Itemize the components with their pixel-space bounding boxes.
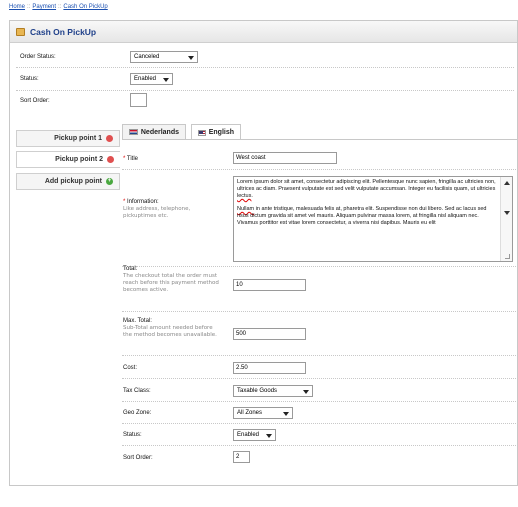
tab-label: Nederlands xyxy=(140,128,179,136)
vtab-label: Pickup point 1 xyxy=(54,135,102,142)
information-text: Lorem ipsum dolor sit amet, consectetur … xyxy=(237,179,496,192)
chevron-down-icon xyxy=(163,78,169,82)
information-text: in ante tristique, malesuada felis at, p… xyxy=(237,206,487,226)
max-total-label: Max. Total: Sub-Total amount needed befo… xyxy=(123,318,223,339)
tab-nederlands[interactable]: Nederlands xyxy=(122,124,186,139)
required-marker: * xyxy=(123,156,126,162)
title-label: * Title xyxy=(123,156,138,162)
max-total-value: 500 xyxy=(236,331,247,337)
information-paragraph-1: Lorem ipsum dolor sit amet, consectetur … xyxy=(237,179,498,200)
vtab-pickup-point-1[interactable]: Pickup point 1 xyxy=(16,130,120,147)
flag-en-icon xyxy=(198,129,206,136)
information-label: * Information: Like address, telephone, … xyxy=(123,199,223,220)
cost-label: Cost: xyxy=(123,365,138,371)
row-divider xyxy=(122,378,518,379)
vtab-pickup-point-2[interactable]: Pickup point 2 xyxy=(16,151,120,168)
total-help: The checkout total the order must reach … xyxy=(123,273,219,293)
breadcrumb: Home:: Payment:: Cash On PickUp xyxy=(9,4,108,10)
breadcrumb-home-link[interactable]: Home xyxy=(9,4,25,10)
breadcrumb-payment-link[interactable]: Payment xyxy=(32,4,56,10)
total-label: Total: The checkout total the order must… xyxy=(123,266,223,294)
row-divider xyxy=(122,445,518,446)
tax-class-select[interactable]: Taxable Goods xyxy=(233,385,313,397)
point-status-label: Status: xyxy=(123,432,142,438)
geo-zone-value: All Zones xyxy=(237,410,263,416)
total-input[interactable]: 10 xyxy=(233,279,306,291)
point-status-select[interactable]: Enabled xyxy=(233,429,276,441)
information-paragraph-2: Nullam in ante tristique, malesuada feli… xyxy=(237,206,498,227)
status-select[interactable]: Enabled xyxy=(130,73,173,85)
scroll-down-icon[interactable] xyxy=(504,211,510,215)
order-status-select[interactable]: Canceled xyxy=(130,51,198,63)
information-textarea[interactable]: Lorem ipsum dolor sit amet, consectetur … xyxy=(233,176,513,262)
payment-icon xyxy=(16,27,25,36)
point-status-value: Enabled xyxy=(237,432,260,438)
max-total-help: Sub-Total amount needed before the metho… xyxy=(123,325,217,338)
point-sort-order-label: Sort Order: xyxy=(123,455,153,461)
remove-icon[interactable] xyxy=(107,156,114,163)
row-divider xyxy=(16,90,514,91)
status-value: Enabled xyxy=(134,76,157,82)
row-divider xyxy=(122,423,518,424)
row-divider xyxy=(122,169,518,170)
total-value: 10 xyxy=(236,282,243,288)
status-label: Status: xyxy=(20,76,39,82)
flag-nl-icon xyxy=(129,129,138,135)
point-sort-order-value: 2 xyxy=(236,454,240,460)
page-title: Cash On PickUp xyxy=(30,26,97,37)
cost-input[interactable]: 2.50 xyxy=(233,362,306,374)
chevron-down-icon xyxy=(266,434,272,438)
tab-english[interactable]: English xyxy=(191,124,241,140)
geo-zone-select[interactable]: All Zones xyxy=(233,407,293,419)
resize-grip-icon[interactable] xyxy=(505,254,510,259)
tax-class-value: Taxable Goods xyxy=(237,388,278,394)
tab-divider xyxy=(122,139,518,140)
order-status-value: Canceled xyxy=(134,54,160,60)
row-divider xyxy=(16,67,514,68)
information-text-end: . xyxy=(251,193,253,199)
max-total-label-text: Max. Total: xyxy=(123,318,152,324)
misspelled-word: lectus xyxy=(237,193,252,199)
row-divider xyxy=(122,401,518,402)
chevron-down-icon xyxy=(283,412,289,416)
max-total-input[interactable]: 500 xyxy=(233,328,306,340)
required-marker: * xyxy=(123,199,126,205)
sort-order-label: Sort Order: xyxy=(20,98,50,104)
vtab-add-pickup-point[interactable]: Add pickup point + xyxy=(16,173,120,190)
order-status-label: Order Status: xyxy=(20,54,56,60)
chevron-down-icon xyxy=(303,390,309,394)
scroll-up-icon[interactable] xyxy=(504,181,510,185)
point-sort-order-input[interactable]: 2 xyxy=(233,451,250,463)
title-label-text: Title xyxy=(126,156,139,162)
box-heading: Cash On PickUp xyxy=(10,21,517,43)
title-input[interactable]: West coast xyxy=(233,152,337,164)
breadcrumb-current-link[interactable]: Cash On PickUp xyxy=(63,4,107,10)
sort-order-input[interactable] xyxy=(130,93,147,107)
information-label-text: Information: xyxy=(127,199,159,205)
geo-zone-label: Geo Zone: xyxy=(123,410,152,416)
total-label-text: Total: xyxy=(123,266,138,272)
vtab-label: Add pickup point xyxy=(44,178,102,185)
misspelled-word: Nullam xyxy=(237,206,255,212)
tab-label: English xyxy=(208,129,234,136)
row-divider xyxy=(122,355,518,356)
content-box: Cash On PickUp Order Status: Canceled St… xyxy=(9,20,518,486)
information-help: Like address, telephone, pickuptimes etc… xyxy=(123,206,191,219)
add-icon[interactable]: + xyxy=(106,178,113,185)
breadcrumb-separator: :: xyxy=(27,4,31,10)
breadcrumb-separator: :: xyxy=(58,4,62,10)
row-divider xyxy=(122,311,518,312)
vtab-label: Pickup point 2 xyxy=(55,156,103,163)
remove-icon[interactable] xyxy=(106,135,113,142)
cost-value: 2.50 xyxy=(236,365,248,371)
tax-class-label: Tax Class: xyxy=(123,388,151,394)
title-value: West coast xyxy=(236,155,266,161)
chevron-down-icon xyxy=(188,56,194,60)
textarea-scrollbar[interactable] xyxy=(500,177,512,261)
